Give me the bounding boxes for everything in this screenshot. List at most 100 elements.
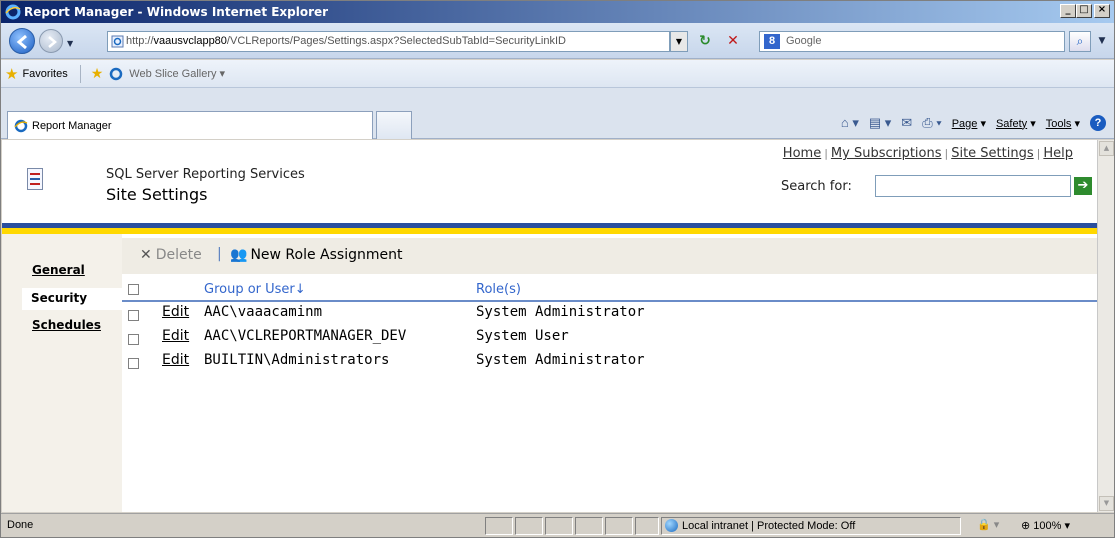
nav-item-general[interactable]: General [32,263,85,277]
group-or-user: AAC\vaaacaminm [204,304,323,320]
favorites-bar: ★ Favorites ★ Web Slice Gallery ▾ [1,60,1114,88]
row-checkbox[interactable] [128,310,139,321]
column-header-group-or-user[interactable]: Group or User↓ [204,282,306,297]
home-link[interactable]: Home [783,146,821,161]
ie-window: Report Manager - Windows Internet Explor… [0,0,1115,538]
feeds-icon[interactable]: ▤ ▾ [869,115,891,131]
title-bar: Report Manager - Windows Internet Explor… [1,1,1114,23]
search-options-dropdown-icon[interactable]: ▼ [1094,31,1110,52]
search-go-icon[interactable]: ➔ [1074,177,1092,195]
role: System Administrator [476,304,645,320]
intranet-globe-icon [665,519,678,532]
tab-bar: Report Manager ⌂ ▾ ▤ ▾ ✉ ⎙ ▾ Page ▾ Safe… [1,107,1114,139]
window-controls: _ □ × [1060,4,1110,18]
safety-menu[interactable]: Safety ▾ [996,117,1036,130]
print-icon[interactable]: ⎙ ▾ [922,115,941,131]
column-header-roles[interactable]: Role(s) [476,282,521,297]
table-row: Edit AAC\vaaacaminm System Administrator [122,303,1097,325]
page-icon [111,35,124,48]
home-icon[interactable]: ⌂ ▾ [841,115,859,131]
search-icon[interactable]: ⌕ [1069,31,1091,52]
link-separator: | [824,147,828,160]
url-host: vaausvclapp80 [153,35,227,47]
status-panel [545,517,573,535]
url-prefix: http:// [126,35,154,47]
tab-report-manager[interactable]: Report Manager [7,111,373,139]
users-icon: 👥 [230,247,248,263]
ie-page-icon [110,67,123,80]
my-subscriptions-link[interactable]: My Subscriptions [831,146,942,161]
search-label: Search for: [781,179,852,194]
search-placeholder: Google [786,35,822,47]
address-toolbar: ▼ http://vaausvclapp80/VCLReports/Pages/… [1,23,1114,59]
edit-link[interactable]: Edit [162,304,189,320]
forward-button[interactable] [39,29,63,53]
page-menu[interactable]: Page ▾ [952,117,986,130]
role: System Administrator [476,352,645,368]
scroll-down-icon[interactable]: ▼ [1099,496,1114,511]
delete-button[interactable]: ✕ Delete [140,247,202,263]
favorites-star-icon[interactable]: ★ [5,65,18,83]
zoom-level[interactable]: ⊕ 100% ▾ [1021,519,1070,532]
new-role-assignment-button[interactable]: 👥 New Role Assignment [230,247,402,263]
zone-text: Local intranet | Protected Mode: Off [682,519,856,532]
tab-row-spacer [1,88,1114,107]
help-icon[interactable]: ? [1090,115,1106,131]
delete-icon: ✕ [140,247,152,263]
url-path: /VCLReports/Pages/Settings.aspx?Selected… [226,35,566,47]
header-links: Home | My Subscriptions | Site Settings | Help [783,146,1073,161]
favorites-button[interactable]: Favorites [22,68,67,80]
vertical-scrollbar[interactable]: ▲ ▼ [1097,140,1114,512]
history-dropdown-icon[interactable]: ▼ [67,39,73,48]
link-separator: | [944,147,949,160]
address-dropdown-button[interactable]: ▼ [670,31,688,52]
site-search-input[interactable] [875,175,1071,197]
status-panel [575,517,603,535]
protected-mode-icon[interactable]: 🔒 ▾ [977,518,999,531]
ie-logo-icon [5,4,21,20]
app-name: SQL Server Reporting Services [106,167,305,182]
stop-icon[interactable]: ✕ [723,31,743,51]
address-input[interactable]: http://vaausvclapp80/VCLReports/Pages/Se… [107,31,670,52]
row-checkbox[interactable] [128,334,139,345]
search-input[interactable]: 8 Google [759,31,1065,52]
back-arrow-icon [16,34,27,50]
action-toolbar: ✕ Delete | 👥 New Role Assignment [122,238,1097,274]
tools-menu[interactable]: Tools ▾ [1046,117,1080,130]
tab-title: Report Manager [32,119,112,132]
edit-link[interactable]: Edit [162,328,189,344]
status-panel [515,517,543,535]
edit-link[interactable]: Edit [162,352,189,368]
new-tab-button[interactable] [376,111,412,139]
scroll-up-icon[interactable]: ▲ [1099,141,1114,156]
link-separator: | [1036,147,1041,160]
help-link[interactable]: Help [1043,146,1073,161]
row-checkbox[interactable] [128,358,139,369]
favorites-divider [79,64,81,83]
command-bar: ⌂ ▾ ▤ ▾ ✉ ⎙ ▾ Page ▾ Safety ▾ Tools ▾ ? [841,115,1106,131]
forward-arrow-icon [48,36,57,48]
add-to-favorites-icon[interactable]: ★ [91,65,104,82]
page-content: Home | My Subscriptions | Site Settings | Help… [2,140,1097,512]
ie-tab-icon [14,119,28,132]
table-row: Edit AAC\VCLREPORTMANAGER_DEV System Use… [122,327,1097,349]
back-button[interactable] [9,28,35,54]
maximize-button[interactable]: □ [1076,4,1092,18]
minimize-button[interactable]: _ [1060,4,1076,18]
mail-icon[interactable]: ✉ [901,115,912,131]
role: System User [476,328,569,344]
status-text: Done [7,519,34,531]
site-settings-link[interactable]: Site Settings [951,146,1033,161]
status-panel [605,517,633,535]
nav-item-schedules[interactable]: Schedules [32,318,101,332]
report-server-icon [27,168,43,190]
refresh-icon[interactable]: ↻ [695,31,715,51]
select-all-checkbox[interactable] [128,284,139,295]
page-title: Site Settings [106,185,208,204]
web-slice-gallery-link[interactable]: Web Slice Gallery ▾ [129,67,225,80]
toolbar-divider: | [217,246,222,262]
close-button[interactable]: × [1094,4,1110,18]
group-or-user: BUILTIN\Administrators [204,352,390,368]
window-title: Report Manager - Windows Internet Explor… [24,5,329,19]
security-zone[interactable]: Local intranet | Protected Mode: Off [665,519,855,532]
